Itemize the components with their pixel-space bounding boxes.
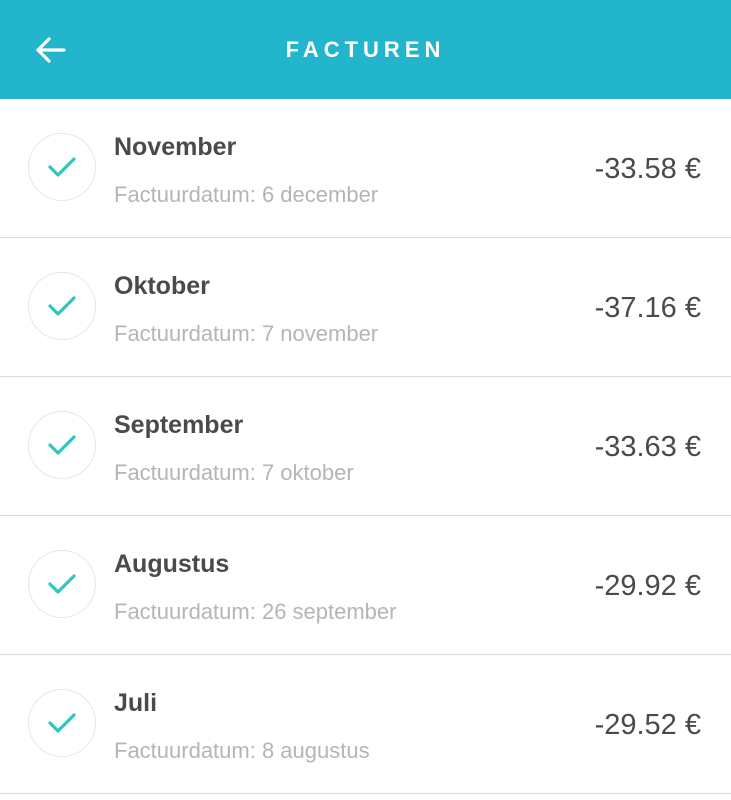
paid-status-badge <box>28 689 96 757</box>
invoice-amount: -33.63 € <box>594 431 701 463</box>
invoice-month: Augustus <box>114 550 230 578</box>
check-icon <box>48 713 76 733</box>
invoice-row[interactable]: Juli Factuurdatum: 8 augustus -29.52 € <box>0 655 731 794</box>
invoice-date: Factuurdatum: 26 september <box>114 599 397 624</box>
invoice-row[interactable]: September Factuurdatum: 7 oktober -33.63… <box>0 377 731 516</box>
invoice-date: Factuurdatum: 7 oktober <box>114 460 354 485</box>
invoice-month: Oktober <box>114 272 210 300</box>
invoice-date: Factuurdatum: 7 november <box>114 321 379 346</box>
invoice-row[interactable]: Oktober Factuurdatum: 7 november -37.16 … <box>0 238 731 377</box>
invoice-list: November Factuurdatum: 6 december -33.58… <box>0 99 731 794</box>
paid-status-badge <box>28 411 96 479</box>
invoice-row[interactable]: Augustus Factuurdatum: 26 september -29.… <box>0 516 731 655</box>
check-icon <box>48 435 76 455</box>
invoice-row[interactable]: November Factuurdatum: 6 december -33.58… <box>0 99 731 238</box>
invoice-date: Factuurdatum: 6 december <box>114 182 379 207</box>
invoice-month: Juli <box>114 689 158 717</box>
paid-status-badge <box>28 272 96 340</box>
check-icon <box>48 157 76 177</box>
invoice-amount: -37.16 € <box>594 292 701 324</box>
paid-status-badge <box>28 133 96 201</box>
invoices-screen: FACTUREN November Factuurdatum: 6 decemb… <box>0 0 731 800</box>
paid-status-badge <box>28 550 96 618</box>
invoice-amount: -29.52 € <box>594 709 701 741</box>
invoice-date: Factuurdatum: 8 augustus <box>114 738 370 763</box>
page-title: FACTUREN <box>285 37 446 62</box>
invoice-amount: -29.92 € <box>594 570 701 602</box>
check-icon <box>48 296 76 316</box>
check-icon <box>48 574 76 594</box>
invoice-month: November <box>114 133 237 161</box>
top-app-bar: FACTUREN <box>0 0 731 99</box>
invoice-month: September <box>114 411 244 439</box>
invoice-amount: -33.58 € <box>594 153 701 185</box>
